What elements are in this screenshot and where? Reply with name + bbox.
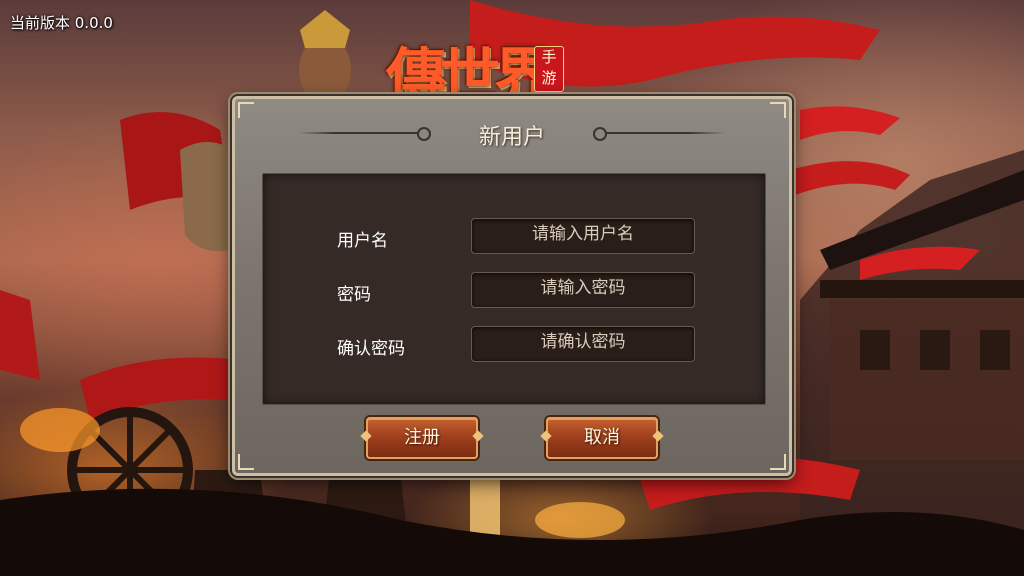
title-knot-icon (593, 127, 607, 141)
logo-badge: 手游 (534, 46, 564, 92)
confirm-password-label: 确认密码 (337, 339, 405, 359)
corner-ornament (238, 454, 254, 470)
corner-ornament (770, 454, 786, 470)
dialog-header: 新用户 (235, 115, 789, 151)
password-label: 密码 (337, 285, 371, 305)
confirm-password-input[interactable]: 请确认密码 (471, 326, 695, 362)
username-label: 用户名 (337, 231, 388, 251)
new-user-dialog: 新用户 用户名 请输入用户名 密码 请输入密码 确认密码 请确认密码 注册 取消 (232, 96, 792, 476)
dialog-title: 新用户 (478, 125, 545, 150)
register-button[interactable]: 注册 (366, 417, 478, 459)
version-label: 当前版本 0.0.0 (10, 14, 113, 32)
form-panel: 用户名 请输入用户名 密码 请输入密码 确认密码 请确认密码 (262, 173, 766, 405)
username-input[interactable]: 请输入用户名 (471, 218, 695, 254)
password-input[interactable]: 请输入密码 (471, 272, 695, 308)
cancel-button[interactable]: 取消 (546, 417, 658, 459)
title-divider-right (605, 132, 725, 134)
